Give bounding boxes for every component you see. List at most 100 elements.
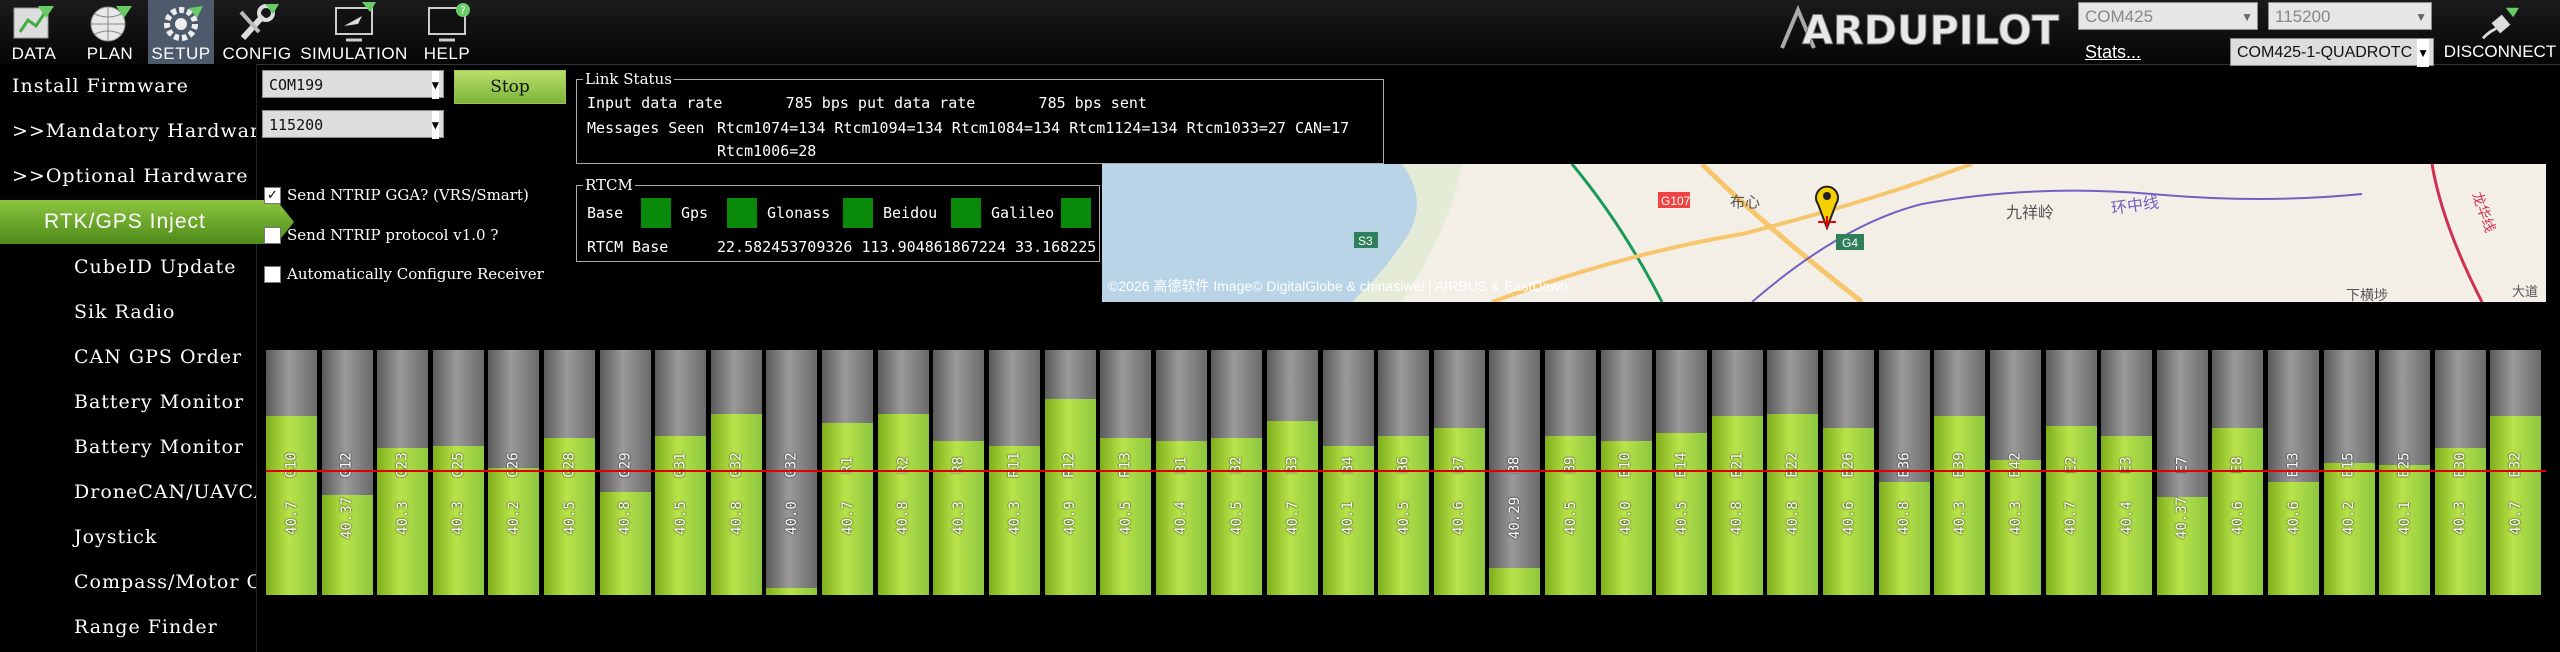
port-select[interactable]: COM425 ▼ xyxy=(2078,2,2258,30)
data-rate-text: Input data rate 785 bps put data rate 78… xyxy=(587,94,1147,112)
snr-bar-value: 40.6 xyxy=(1451,501,1468,535)
snr-bar-value: 40.4 xyxy=(2118,501,2135,535)
wrench-icon xyxy=(239,4,279,41)
baud-select[interactable]: 115200 ▼ xyxy=(2268,2,2432,30)
snr-bar-label: B36 xyxy=(1896,452,1913,478)
snr-bar-label: G32 xyxy=(728,452,745,478)
globe-icon xyxy=(90,6,132,42)
svg-text:大道: 大道 xyxy=(2512,284,2538,299)
snr-bar-label: B10 xyxy=(1618,452,1635,478)
snr-bar-label: R12 xyxy=(1062,452,1079,478)
monitor-help-icon: ? xyxy=(428,3,470,42)
checkbox-box xyxy=(264,265,281,283)
inject-port-select[interactable]: COM199 ▼ xyxy=(262,70,444,99)
main-toolbar: DATA PLAN SETUP CONFIG SIMULATION ? HELP… xyxy=(0,0,2560,67)
snr-bar: B39 40.3 xyxy=(1934,350,1986,595)
sidebar-item-sik-radio[interactable]: Sik Radio xyxy=(0,290,256,334)
stats-link[interactable]: Stats... xyxy=(2085,42,2141,63)
sidebar-item-install-firmware[interactable]: Install Firmware xyxy=(0,64,256,108)
snr-bar-label: B39 xyxy=(1951,452,1968,478)
snr-bar-label: B14 xyxy=(1673,452,1690,478)
send-ntrip-v1-checkbox[interactable]: Send NTRIP protocol v1.0 ? xyxy=(264,226,498,244)
svg-text:布心: 布心 xyxy=(1730,194,1760,211)
snr-bar-value: 40.7 xyxy=(283,501,300,535)
vehicle-select[interactable]: COM425-1-QUADROTC ▼ xyxy=(2230,38,2434,67)
sidebar-item-range-finder[interactable]: Range Finder xyxy=(0,605,256,649)
snr-bar-fill xyxy=(766,588,818,595)
snr-bar-value: 40.6 xyxy=(2285,501,2302,535)
rtcm-base-label: Base xyxy=(587,204,624,222)
sidebar-item-rtk-gps-inject[interactable]: RTK/GPS Inject xyxy=(0,200,294,244)
snr-bar-label: B3 xyxy=(1284,456,1301,474)
send-gga-checkbox[interactable]: ✓ Send NTRIP GGA? (VRS/Smart) xyxy=(264,186,529,204)
snr-bar-label: B1 xyxy=(1173,456,1190,474)
snr-bar-label: R8 xyxy=(950,456,967,474)
data-button[interactable]: DATA xyxy=(4,0,64,64)
sidebar-item-battery-monitor-2[interactable]: Battery Monitor xyxy=(0,425,256,469)
snr-bar-value: 40.8 xyxy=(617,501,634,535)
snr-bar-value: 40.29 xyxy=(1506,496,1523,540)
auto-configure-checkbox[interactable]: Automatically Configure Receiver xyxy=(264,265,544,283)
snr-bar: B6 40.5 xyxy=(1378,350,1430,595)
inject-baud-select[interactable]: 115200 ▼ xyxy=(262,110,444,139)
stop-button[interactable]: Stop xyxy=(454,70,566,104)
snr-bar-label: E2 xyxy=(2062,456,2079,474)
sidebar-item-mandatory-hardware[interactable]: >>Mandatory Hardware xyxy=(0,109,256,153)
link-status-panel: Link Status Input data rate 785 bps put … xyxy=(576,70,1384,164)
snr-bar-value: 40.0 xyxy=(783,501,800,535)
snr-bar-value: 40.9 xyxy=(1062,501,1079,535)
snr-bar: R8 40.3 xyxy=(933,350,985,595)
snr-bar-value: 40.5 xyxy=(1395,501,1412,535)
messages-seen-line2: Rtcm1006=28 xyxy=(717,142,817,160)
simulation-button[interactable]: SIMULATION xyxy=(300,0,407,64)
rtcm-base-pos-label: RTCM Base xyxy=(587,238,669,256)
rtcm-panel: RTCM Base Gps Glonass Beidou Galileo RTC… xyxy=(576,176,1100,262)
svg-text:?: ? xyxy=(460,4,466,17)
plan-button[interactable]: PLAN xyxy=(80,0,140,64)
disconnect-button[interactable]: DISCONNECT xyxy=(2440,4,2560,62)
plug-icon xyxy=(2481,7,2519,40)
snr-bar: R13 40.5 xyxy=(1100,350,1152,595)
sidebar-item-dronecan[interactable]: DroneCAN/UAVCAN xyxy=(0,470,256,514)
snr-bar-label: B21 xyxy=(1729,452,1746,478)
snr-bar-label: E25 xyxy=(2396,452,2413,478)
snr-bar-label: G26 xyxy=(505,452,522,478)
sidebar-item-joystick[interactable]: Joystick xyxy=(0,515,256,559)
snr-bar-label: R11 xyxy=(1006,452,1023,478)
sidebar-item-can-gps-order[interactable]: CAN GPS Order xyxy=(0,335,256,379)
snr-bar: B2 40.5 xyxy=(1211,350,1263,595)
snr-bar: E8 40.6 xyxy=(2212,350,2264,595)
ardupilot-logo: ARDUPILOT xyxy=(1780,4,2060,54)
snr-bar-value: 40.5 xyxy=(561,501,578,535)
snr-bar: E15 40.2 xyxy=(2323,350,2375,595)
svg-text:G4: G4 xyxy=(1842,236,1858,250)
snr-bar: G23 40.3 xyxy=(377,350,429,595)
snr-bar-value: 40.3 xyxy=(2007,501,2024,535)
snr-bar-value: 40.1 xyxy=(1340,501,1357,535)
snr-bar: B22 40.8 xyxy=(1767,350,1819,595)
base-position-map[interactable]: S3 G107 布心 九祥岭 环中线 G4 下横埗 龙华线 大道 ©2026 高… xyxy=(1102,164,2546,302)
snr-bar-value: 40.7 xyxy=(2063,501,2079,535)
snr-bar-value: 40.8 xyxy=(728,501,745,535)
snr-bar: E13 40.6 xyxy=(2267,350,2319,595)
snr-bar-label: E30 xyxy=(2452,452,2469,478)
glonass-indicator xyxy=(843,198,873,228)
snr-bar: G31 40.5 xyxy=(655,350,707,595)
snr-bar: R12 40.9 xyxy=(1044,350,1096,595)
svg-text:S3: S3 xyxy=(1358,234,1373,248)
snr-bar-label: E8 xyxy=(2229,456,2246,474)
sidebar-item-battery-monitor[interactable]: Battery Monitor xyxy=(0,380,256,424)
sidebar-item-optional-hardware[interactable]: >>Optional Hardware xyxy=(0,154,256,198)
snr-bar-value: 40.5 xyxy=(1117,501,1134,535)
setup-button[interactable]: SETUP xyxy=(148,0,214,64)
snr-bar-value: 40.4 xyxy=(1173,501,1190,535)
galileo-indicator xyxy=(1061,198,1091,228)
snr-bar-value: 40.3 xyxy=(450,501,467,535)
help-button[interactable]: ? HELP xyxy=(418,0,476,64)
snr-bar-value: 40.2 xyxy=(2341,501,2358,535)
config-button[interactable]: CONFIG xyxy=(222,0,292,64)
rtcm-beidou-label: Beidou xyxy=(883,204,938,222)
sidebar-item-compass-motor[interactable]: Compass/Motor Ca xyxy=(0,560,256,604)
snr-bar-label: E7 xyxy=(2174,456,2191,474)
sidebar-item-cubeid-update[interactable]: CubeID Update xyxy=(0,245,256,289)
